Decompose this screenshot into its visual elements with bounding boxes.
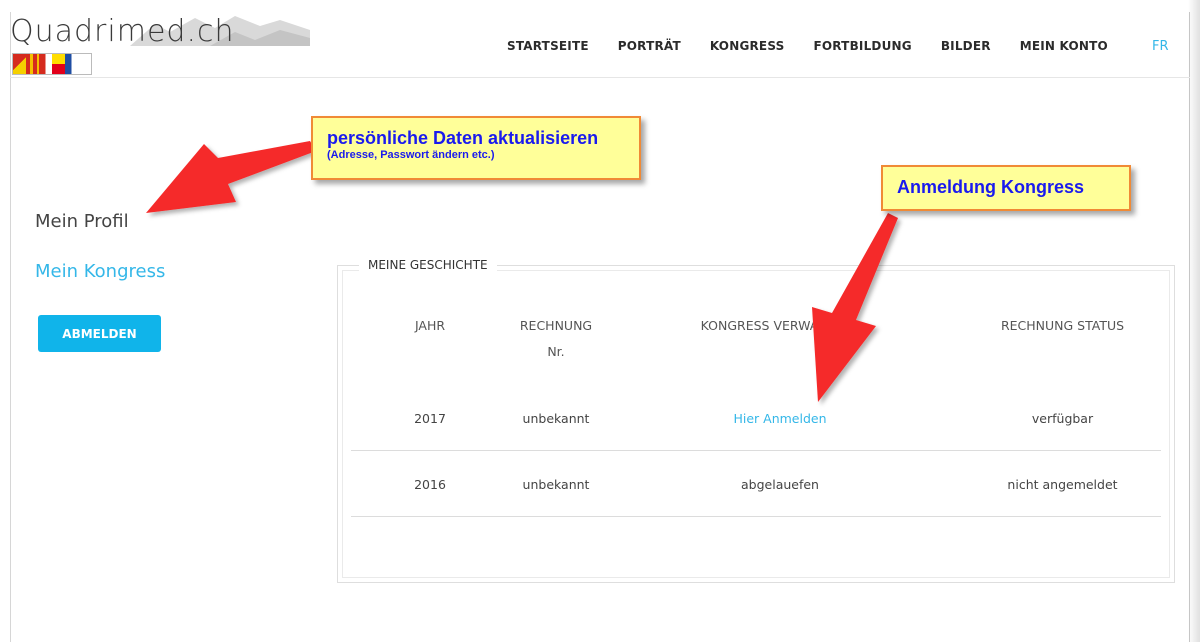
logout-button[interactable]: ABMELDEN (38, 315, 161, 352)
row-divider (351, 450, 1161, 451)
history-legend: MEINE GESCHICHTE (359, 258, 497, 272)
nav-bilder[interactable]: BILDER (941, 39, 991, 53)
callout-profile: persönliche Daten aktualisieren (Adresse… (311, 116, 641, 180)
column-header-invoice-status: RECHNUNG STATUS (1000, 318, 1125, 333)
logo-text: Quadrimed.ch (10, 14, 235, 49)
row-2017-status: verfügbar (1031, 411, 1094, 426)
language-switch-fr[interactable]: FR (1152, 39, 1169, 54)
site-header: Quadrimed.ch STARTSEITE PORTRÄT KONGRESS… (10, 12, 1190, 78)
arrow-to-profile-icon (146, 141, 316, 213)
row-2016-status: nicht angemeldet (1007, 477, 1118, 492)
column-header-invoice-line1: RECHNUNG (519, 318, 593, 333)
column-header-invoice-line2: Nr. (547, 344, 565, 359)
row-divider (351, 516, 1161, 517)
frame-shadow (1188, 0, 1200, 642)
main-nav: STARTSEITE PORTRÄT KONGRESS FORTBILDUNG … (507, 39, 1137, 53)
nav-startseite[interactable]: STARTSEITE (507, 39, 589, 53)
column-header-congress-admin: KONGRESS VERWALTUNG (700, 318, 860, 333)
page: Quadrimed.ch STARTSEITE PORTRÄT KONGRESS… (0, 0, 1200, 642)
sidebar-link-profile[interactable]: Mein Profil (35, 211, 129, 232)
callout-congress: Anmeldung Kongress (881, 165, 1131, 211)
callout-profile-subtitle: (Adresse, Passwort ändern etc.) (327, 149, 495, 161)
canton-flags-icon (12, 53, 92, 75)
frame-left-edge (10, 12, 11, 642)
row-2016-year: 2016 (414, 477, 446, 492)
register-congress-link[interactable]: Hier Anmelden (680, 411, 880, 426)
nav-mein-konto[interactable]: MEIN KONTO (1020, 39, 1108, 53)
logo[interactable]: Quadrimed.ch (10, 12, 310, 78)
nav-portraet[interactable]: PORTRÄT (618, 39, 681, 53)
nav-kongress[interactable]: KONGRESS (710, 39, 785, 53)
row-2016-invoice: unbekannt (522, 477, 590, 492)
row-2016-admin: abgelauefen (741, 477, 819, 492)
callout-profile-title: persönliche Daten aktualisieren (327, 128, 599, 148)
sidebar-link-congress[interactable]: Mein Kongress (35, 261, 165, 282)
column-header-invoice: RECHNUNG Nr. (506, 313, 606, 365)
row-2017-year: 2017 (414, 411, 446, 426)
nav-fortbildung[interactable]: FORTBILDUNG (813, 39, 911, 53)
column-header-year: JAHR (414, 318, 446, 333)
row-2017-invoice: unbekannt (522, 411, 590, 426)
